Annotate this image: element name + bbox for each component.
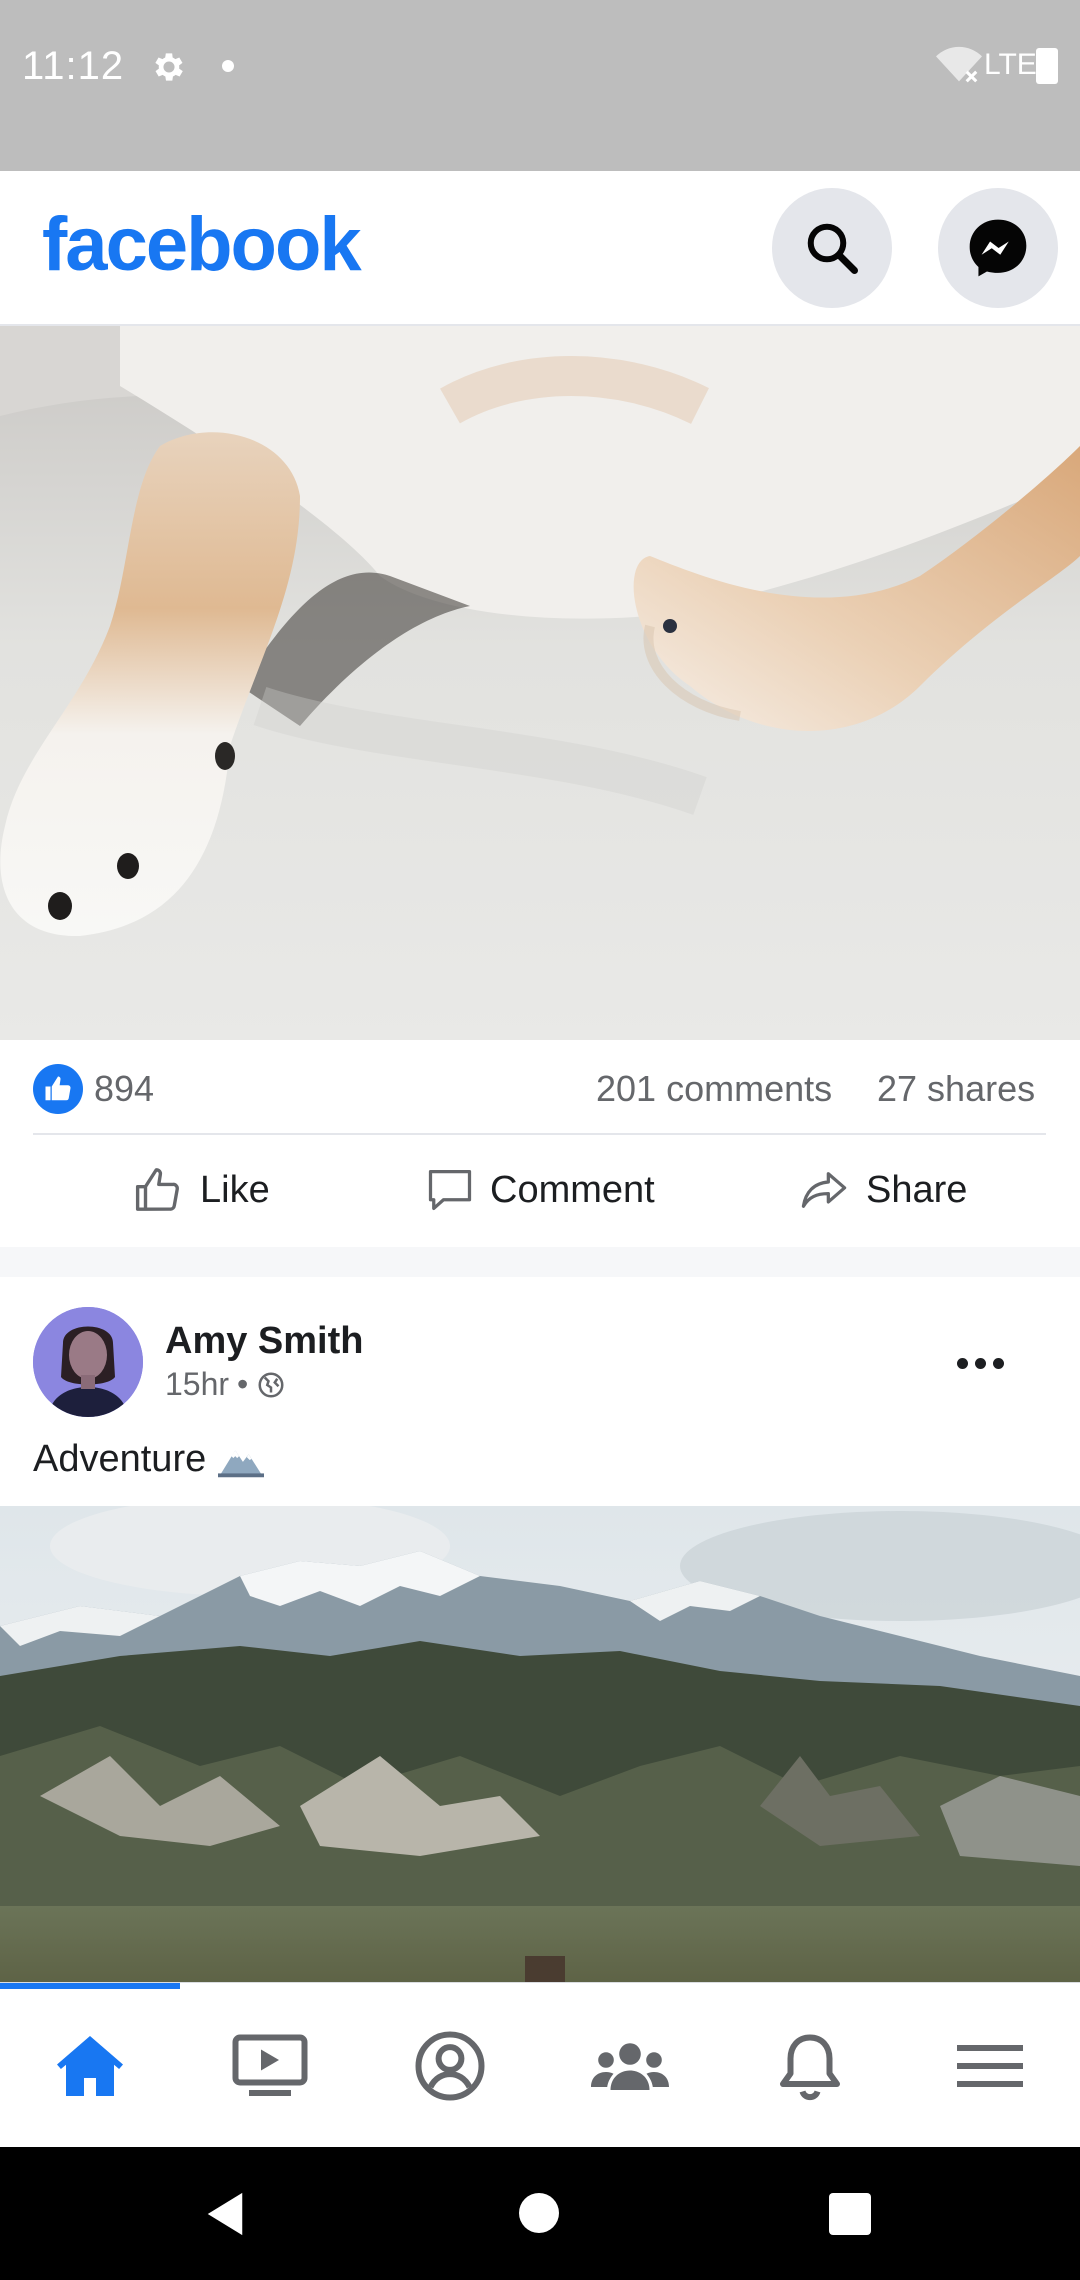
messenger-icon — [969, 219, 1027, 277]
app-bar: facebook — [0, 171, 1080, 326]
post-text-content: Adventure — [33, 1438, 207, 1480]
reactions-divider — [33, 1133, 1046, 1135]
share-arrow-icon — [801, 1172, 847, 1208]
post-image-dog[interactable] — [0, 326, 1080, 1040]
mountain-landscape-photo — [0, 1506, 1080, 1982]
post-options-button[interactable] — [950, 1338, 1010, 1388]
thumbs-up-icon — [45, 1076, 71, 1101]
globe-icon — [258, 1372, 284, 1397]
meta-separator: • — [237, 1366, 249, 1402]
comments-count[interactable]: 201 comments — [596, 1068, 832, 1110]
status-bar: 11:12 LTE — [0, 0, 1080, 171]
watch-icon — [232, 2034, 308, 2096]
tab-groups[interactable] — [540, 1983, 720, 2148]
recents-icon[interactable] — [829, 2193, 871, 2235]
facebook-logo[interactable]: facebook — [42, 201, 362, 288]
like-button[interactable]: Like — [132, 1150, 270, 1230]
tab-menu[interactable] — [900, 1983, 1080, 2148]
search-button[interactable] — [772, 188, 892, 308]
bottom-navigation — [0, 1982, 1080, 2148]
more-dot — [956, 1357, 968, 1369]
back-icon[interactable] — [203, 2191, 247, 2237]
notifications-icon — [780, 2034, 840, 2100]
system-navigation-bar — [0, 2147, 1080, 2280]
like-reaction-badge — [33, 1064, 83, 1114]
feed-separator — [0, 1247, 1080, 1277]
shares-count[interactable]: 27 shares — [877, 1068, 1035, 1110]
battery-icon — [1036, 48, 1058, 84]
post-image-mountains[interactable] — [0, 1506, 1080, 1982]
notification-dot-icon — [222, 60, 234, 72]
dog-paws-photo — [0, 326, 1080, 1040]
tab-home[interactable] — [0, 1983, 180, 2148]
network-type: LTE — [984, 48, 1037, 81]
menu-icon — [957, 2044, 1023, 2087]
tab-notifications[interactable] — [720, 1983, 900, 2148]
messenger-button[interactable] — [938, 188, 1058, 308]
like-label: Like — [200, 1168, 270, 1211]
tab-watch[interactable] — [180, 1983, 360, 2148]
profile-icon — [415, 2031, 485, 2100]
comment-button[interactable]: Comment — [424, 1150, 655, 1230]
snow-capped-mountain-icon — [218, 1449, 265, 1477]
more-dot — [974, 1357, 986, 1369]
post-reactions-bar: 894 201 comments 27 shares — [0, 1040, 1080, 1135]
like-count[interactable]: 894 — [94, 1068, 154, 1110]
post-author-name[interactable]: Amy Smith — [165, 1320, 363, 1363]
home-circle-icon[interactable] — [519, 2193, 559, 2233]
home-icon — [57, 2035, 123, 2096]
search-icon — [807, 223, 858, 274]
settings-icon — [155, 53, 183, 81]
groups-icon — [591, 2042, 669, 2090]
comment-label: Comment — [490, 1168, 655, 1211]
post-text: Adventure — [33, 1438, 265, 1481]
comment-icon — [428, 1169, 472, 1211]
wifi-off-icon — [936, 46, 982, 83]
status-time: 11:12 — [22, 44, 125, 88]
share-label: Share — [866, 1168, 968, 1211]
post-meta: 15hr • — [165, 1366, 286, 1403]
thumbs-up-outline-icon — [135, 1168, 179, 1211]
post-time[interactable]: 15hr — [165, 1366, 229, 1403]
more-dot — [992, 1357, 1004, 1369]
share-button[interactable]: Share — [796, 1150, 967, 1230]
avatar[interactable] — [33, 1307, 143, 1417]
author-photo — [33, 1307, 143, 1417]
tab-profile[interactable] — [360, 1983, 540, 2148]
